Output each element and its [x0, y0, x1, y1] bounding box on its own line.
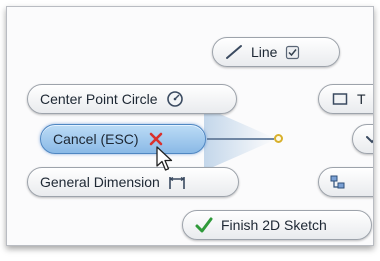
hub-connector-line	[207, 138, 274, 140]
finish-2d-sketch-label: Finish 2D Sketch	[221, 217, 327, 233]
center-point-circle-label: Center Point Circle	[40, 91, 158, 107]
marking-menu-screenshot: Line Center Point Circle Cancel (ESC) Ge…	[6, 6, 374, 246]
line-button-label: Line	[251, 44, 278, 60]
chevron-icon	[363, 130, 373, 148]
mouse-pointer-icon	[156, 146, 174, 172]
checkmark-icon	[195, 216, 213, 234]
line-button[interactable]: Line	[212, 37, 340, 67]
partial-rectangle-button[interactable]: T	[318, 84, 373, 114]
general-dimension-button[interactable]: General Dimension	[27, 167, 239, 197]
circle-icon	[166, 90, 184, 108]
cancel-button-label: Cancel (ESC)	[53, 131, 139, 147]
finish-2d-sketch-button[interactable]: Finish 2D Sketch	[182, 210, 372, 240]
rectangle-icon	[331, 90, 349, 108]
center-point-circle-button[interactable]: Center Point Circle	[27, 84, 237, 114]
partial-pattern-button[interactable]	[318, 167, 373, 197]
checkbox-icon	[285, 45, 300, 60]
dimension-icon	[168, 173, 186, 191]
partial-rectangle-label: T	[357, 91, 366, 107]
pattern-icon	[329, 173, 347, 191]
partial-right-button[interactable]	[352, 124, 373, 154]
general-dimension-label: General Dimension	[40, 174, 160, 190]
menu-hub	[274, 134, 283, 143]
line-icon	[225, 43, 243, 61]
cancel-button[interactable]: Cancel (ESC)	[40, 124, 206, 154]
